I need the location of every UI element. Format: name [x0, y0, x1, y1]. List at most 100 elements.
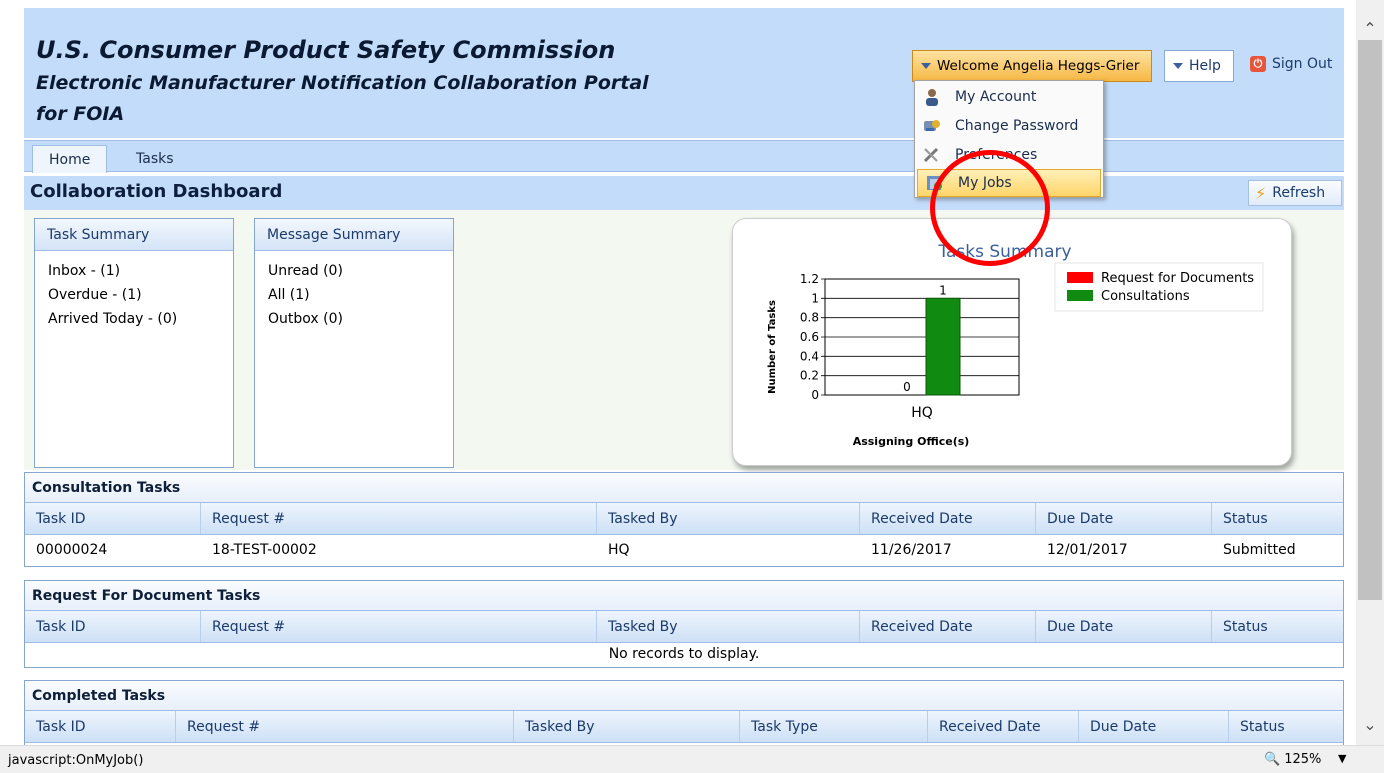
menu-item-label: Preferences [955, 147, 1038, 163]
main-tab-bar: Home Tasks [24, 140, 1344, 173]
zoom-magnifier-icon: 🔍 [1264, 752, 1281, 767]
col-tasked-by[interactable]: Tasked By [597, 611, 860, 642]
empty-table-message: No records to display. [608, 646, 760, 662]
consultation-tasks-title: Consultation Tasks [25, 473, 1343, 503]
arrived-today-link[interactable]: Arrived Today - (0) [35, 307, 233, 331]
unread-link[interactable]: Unread (0) [255, 259, 453, 283]
dashboard-area: Task Summary Inbox - (1) Overdue - (1) A… [24, 210, 1344, 470]
menu-item-label: My Account [955, 89, 1037, 105]
legend-label: Consultations [1101, 289, 1190, 304]
outbox-link[interactable]: Outbox (0) [255, 307, 453, 331]
col-tasked-by[interactable]: Tasked By [597, 503, 860, 534]
legend-swatch [1067, 272, 1093, 283]
table-row[interactable]: 00000024 18-TEST-00002 HQ 11/26/2017 12/… [25, 535, 1343, 566]
task-summary-header: Task Summary [35, 219, 233, 251]
tab-home[interactable]: Home [32, 145, 108, 173]
col-due-date[interactable]: Due Date [1079, 711, 1229, 742]
scroll-thumb[interactable] [1358, 40, 1382, 600]
task-summary-panel: Task Summary Inbox - (1) Overdue - (1) A… [34, 218, 234, 468]
chart-title: Tasks Summary [937, 242, 1071, 262]
zoom-level[interactable]: 🔍 125% [1264, 752, 1321, 767]
rfd-tasks-table: Request For Document Tasks Task ID Reque… [24, 580, 1344, 668]
cell-due-date: 12/01/2017 [1047, 542, 1128, 558]
col-status[interactable]: Status [1229, 711, 1343, 742]
zoom-dropdown-icon[interactable]: ▼ [1338, 752, 1346, 765]
y-tick-label: 0.4 [800, 349, 819, 363]
y-tick-label: 0.6 [800, 330, 819, 344]
col-status[interactable]: Status [1212, 503, 1343, 534]
col-task-id[interactable]: Task ID [25, 611, 201, 642]
x-tick-label: HQ [911, 405, 933, 421]
col-received-date[interactable]: Received Date [860, 503, 1036, 534]
data-label: 1 [939, 283, 947, 297]
all-messages-link[interactable]: All (1) [255, 283, 453, 307]
menu-item-label: Change Password [955, 118, 1079, 134]
table-header-row: Task ID Request # Tasked By Task Type Re… [25, 711, 1343, 743]
help-label: Help [1189, 58, 1221, 74]
browser-status-bar: javascript:OnMyJob() 🔍 125% ▼ [0, 745, 1384, 773]
dropdown-arrow-icon [1173, 63, 1183, 69]
y-tick-label: 0.2 [800, 369, 819, 383]
overdue-link[interactable]: Overdue - (1) [35, 283, 233, 307]
tools-icon [923, 146, 941, 164]
plot-area: 0 0.2 0.4 0.6 0.8 1 1.2 0 1 HQ [800, 272, 1020, 421]
table-header-row: Task ID Request # Tasked By Received Dat… [25, 503, 1343, 535]
tab-tasks[interactable]: Tasks [120, 145, 190, 173]
page-title: Collaboration Dashboard [30, 181, 283, 202]
col-due-date[interactable]: Due Date [1036, 611, 1212, 642]
lightning-icon: ⚡ [1255, 183, 1267, 203]
col-request-number[interactable]: Request # [176, 711, 514, 742]
refresh-label: Refresh [1272, 185, 1326, 201]
key-icon [923, 117, 941, 135]
scroll-down-icon[interactable]: ⌄ [1356, 712, 1384, 736]
completed-tasks-title: Completed Tasks [25, 681, 1343, 711]
consultation-tasks-table: Consultation Tasks Task ID Request # Tas… [24, 472, 1344, 567]
col-status[interactable]: Status [1212, 611, 1343, 642]
cell-received-date: 11/26/2017 [871, 542, 952, 558]
cell-task-id: 00000024 [36, 542, 108, 558]
zoom-value: 125% [1284, 752, 1322, 767]
col-task-id[interactable]: Task ID [25, 503, 201, 534]
col-task-type[interactable]: Task Type [740, 711, 928, 742]
bar-consultations [925, 297, 961, 396]
inbox-link[interactable]: Inbox - (1) [35, 259, 233, 283]
portal-title: Electronic Manufacturer Notification Col… [36, 72, 649, 94]
refresh-button[interactable]: ⚡ Refresh [1248, 180, 1342, 206]
agency-title: U.S. Consumer Product Safety Commission [36, 36, 616, 64]
message-summary-panel: Message Summary Unread (0) All (1) Outbo… [254, 218, 454, 468]
y-tick-label: 0 [811, 388, 819, 402]
power-icon: ⏻ [1250, 56, 1266, 72]
page-viewport: U.S. Consumer Product Safety Commission … [0, 0, 1356, 745]
y-tick-label: 0.8 [800, 311, 819, 325]
col-received-date[interactable]: Received Date [928, 711, 1079, 742]
col-request-number[interactable]: Request # [201, 503, 597, 534]
sign-out-link[interactable]: ⏻ Sign Out [1250, 56, 1332, 72]
dashboard-header: Collaboration Dashboard ⚡ Refresh [24, 176, 1344, 210]
tasks-summary-chart-card: Tasks Summary 0 0.2 0.4 0.6 0.8 1 1.2 0 1 HQ Assi… [732, 218, 1292, 466]
welcome-menu-button[interactable]: Welcome Angelia Heggs-Grier [912, 50, 1152, 82]
col-due-date[interactable]: Due Date [1036, 503, 1212, 534]
col-received-date[interactable]: Received Date [860, 611, 1036, 642]
welcome-label: Welcome Angelia Heggs-Grier [937, 58, 1140, 74]
menu-item-my-account[interactable]: My Account [915, 83, 1103, 111]
scroll-up-icon[interactable]: ⌃ [1356, 16, 1384, 40]
col-task-id[interactable]: Task ID [25, 711, 176, 742]
legend-swatch [1067, 290, 1093, 301]
portal-header: U.S. Consumer Product Safety Commission … [24, 8, 1344, 138]
sign-out-label: Sign Out [1272, 56, 1333, 72]
menu-item-my-jobs[interactable]: My Jobs [917, 169, 1101, 197]
col-request-number[interactable]: Request # [201, 611, 597, 642]
col-tasked-by[interactable]: Tasked By [514, 711, 740, 742]
portal-subtitle: for FOIA [36, 103, 125, 125]
data-label: 0 [903, 380, 911, 394]
menu-item-preferences[interactable]: Preferences [915, 141, 1103, 169]
vertical-scrollbar[interactable]: ⌃ ⌄ [1356, 0, 1384, 745]
user-menu-dropdown: My Account Change Password Preferences M… [914, 80, 1104, 198]
legend-label: Request for Documents [1101, 271, 1254, 286]
completed-tasks-table: Completed Tasks Task ID Request # Tasked… [24, 680, 1344, 745]
help-button[interactable]: Help [1164, 50, 1234, 82]
dropdown-arrow-icon [921, 63, 931, 69]
menu-item-change-password[interactable]: Change Password [915, 112, 1103, 140]
y-tick-label: 1 [811, 291, 819, 305]
rfd-tasks-title: Request For Document Tasks [25, 581, 1343, 611]
